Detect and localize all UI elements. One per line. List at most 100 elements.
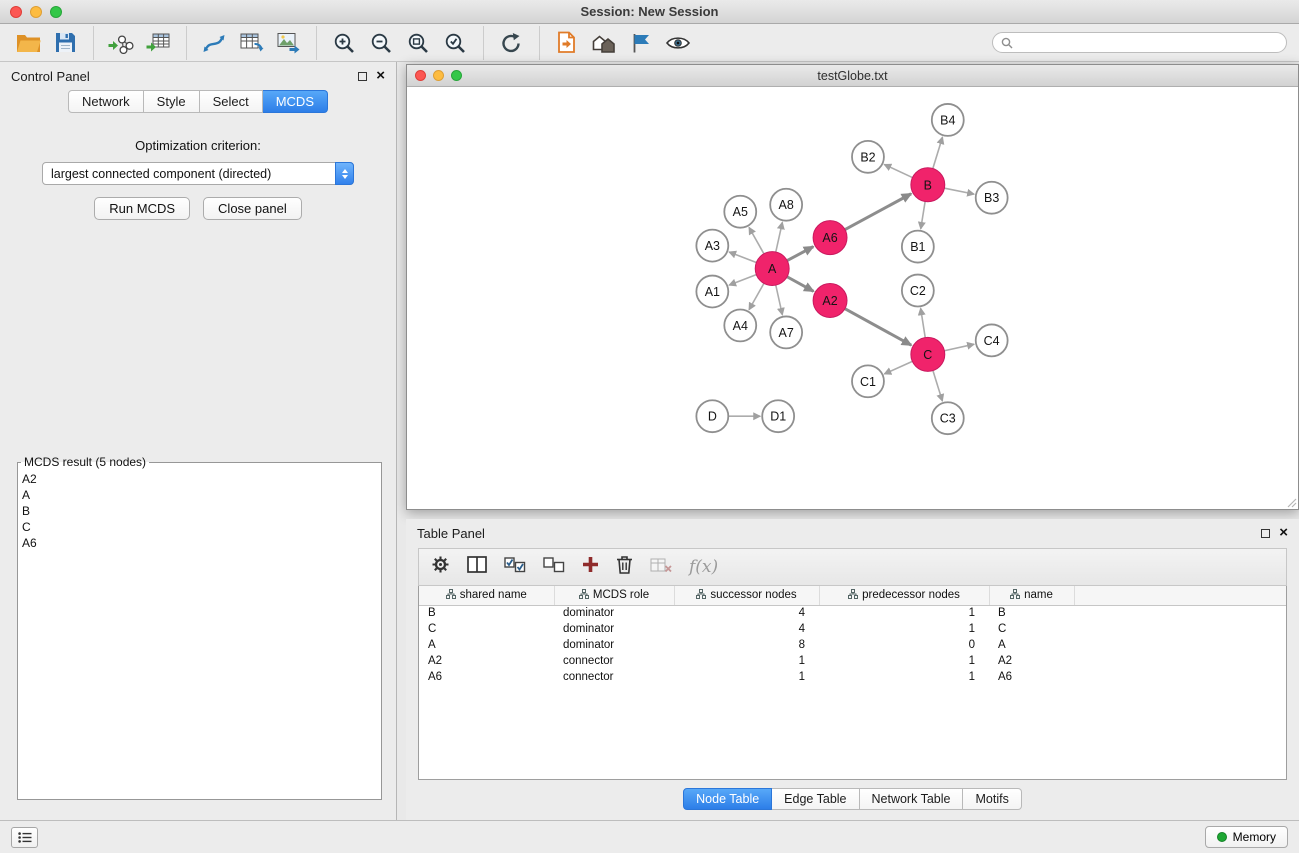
network-graph[interactable]: AA1A2A3A4A5A6A7A8BB1B2B3B4CC1C2C3C4DD1 xyxy=(407,87,1298,509)
graph-node-B[interactable]: B xyxy=(911,168,945,202)
graph-node-C[interactable]: C xyxy=(911,337,945,371)
show-columns-button[interactable] xyxy=(467,556,487,578)
export-document-button[interactable] xyxy=(551,28,583,58)
table-row-A6[interactable]: A6connector11A6 xyxy=(419,669,1286,685)
delete-table-button[interactable] xyxy=(650,557,672,578)
float-table-panel-icon[interactable] xyxy=(1261,529,1270,538)
graph-node-C3[interactable]: C3 xyxy=(932,402,964,434)
close-table-panel-icon[interactable]: × xyxy=(1279,528,1288,538)
table-row-C[interactable]: Cdominator41C xyxy=(419,621,1286,637)
minimize-window-button[interactable] xyxy=(30,6,42,18)
graph-node-C2[interactable]: C2 xyxy=(902,275,934,307)
column-header-name[interactable]: name xyxy=(989,586,1074,605)
import-network-button[interactable] xyxy=(105,28,137,58)
memory-button[interactable]: Memory xyxy=(1205,826,1288,848)
network-zoom-button[interactable] xyxy=(451,70,462,81)
add-column-button[interactable] xyxy=(582,556,599,578)
table-row-B[interactable]: Bdominator41B xyxy=(419,605,1286,621)
graph-edge-A6-B[interactable] xyxy=(845,194,911,230)
table-settings-button[interactable] xyxy=(431,555,450,579)
graph-node-B1[interactable]: B1 xyxy=(902,231,934,263)
tab-edge-table[interactable]: Edge Table xyxy=(772,788,859,810)
cell-successor-nodes[interactable]: 8 xyxy=(674,637,819,653)
cell-name[interactable]: A2 xyxy=(989,653,1074,669)
column-header-MCDS-role[interactable]: MCDS role xyxy=(554,586,674,605)
table-row-A[interactable]: Adominator80A xyxy=(419,637,1286,653)
cell-name[interactable]: A6 xyxy=(989,669,1074,685)
graph-edge-A-A4[interactable] xyxy=(749,283,764,309)
mcds-result-item[interactable]: B xyxy=(22,503,377,519)
graph-edge-A2-C[interactable] xyxy=(845,309,911,346)
run-mcds-button[interactable]: Run MCDS xyxy=(94,197,190,220)
cell-successor-nodes[interactable]: 4 xyxy=(674,621,819,637)
graph-node-A5[interactable]: A5 xyxy=(724,196,756,228)
mcds-result-item[interactable]: C xyxy=(22,519,377,535)
cell-MCDS-role[interactable]: connector xyxy=(554,653,674,669)
function-builder-button[interactable]: f(x) xyxy=(689,557,718,577)
cell-predecessor-nodes[interactable]: 1 xyxy=(819,669,989,685)
graph-edge-A-A8[interactable] xyxy=(776,222,783,252)
graph-node-D[interactable]: D xyxy=(696,400,728,432)
cell-successor-nodes[interactable]: 1 xyxy=(674,653,819,669)
column-header-predecessor-nodes[interactable]: predecessor nodes xyxy=(819,586,989,605)
search-input[interactable] xyxy=(1018,36,1278,50)
network-window-titlebar[interactable]: testGlobe.txt xyxy=(407,65,1298,87)
cell-shared-name[interactable]: A xyxy=(419,637,554,653)
cell-predecessor-nodes[interactable]: 1 xyxy=(819,653,989,669)
resize-grip-icon[interactable] xyxy=(1286,497,1297,508)
graph-edge-A-A1[interactable] xyxy=(729,275,756,285)
close-panel-button[interactable]: Close panel xyxy=(203,197,302,220)
graph-node-B3[interactable]: B3 xyxy=(976,182,1008,214)
zoom-fit-button[interactable] xyxy=(402,28,434,58)
column-header-successor-nodes[interactable]: successor nodes xyxy=(674,586,819,605)
cell-predecessor-nodes[interactable]: 1 xyxy=(819,621,989,637)
task-history-button[interactable] xyxy=(11,827,38,848)
zoom-window-button[interactable] xyxy=(50,6,62,18)
graph-node-C4[interactable]: C4 xyxy=(976,324,1008,356)
cell-name[interactable]: C xyxy=(989,621,1074,637)
table-row-A2[interactable]: A2connector11A2 xyxy=(419,653,1286,669)
graph-edge-B-B3[interactable] xyxy=(944,188,974,194)
network-minimize-button[interactable] xyxy=(433,70,444,81)
graph-edge-A-A6[interactable] xyxy=(787,247,813,261)
graph-node-A8[interactable]: A8 xyxy=(770,189,802,221)
tab-select[interactable]: Select xyxy=(200,90,263,113)
zoom-in-button[interactable] xyxy=(328,28,360,58)
show-hide-button[interactable] xyxy=(662,28,694,58)
graph-node-A6[interactable]: A6 xyxy=(813,221,847,255)
annotation-button[interactable] xyxy=(625,28,657,58)
network-close-button[interactable] xyxy=(415,70,426,81)
import-table-button[interactable] xyxy=(142,28,174,58)
graph-edge-C-C2[interactable] xyxy=(921,308,926,337)
graph-node-A7[interactable]: A7 xyxy=(770,316,802,348)
cell-MCDS-role[interactable]: dominator xyxy=(554,621,674,637)
export-image-button[interactable] xyxy=(272,28,304,58)
mcds-result-item[interactable]: A xyxy=(22,487,377,503)
close-window-button[interactable] xyxy=(10,6,22,18)
cell-successor-nodes[interactable]: 4 xyxy=(674,605,819,621)
graph-edge-B-B1[interactable] xyxy=(921,202,925,229)
cell-successor-nodes[interactable]: 1 xyxy=(674,669,819,685)
graph-node-A[interactable]: A xyxy=(755,252,789,286)
zoom-selected-button[interactable] xyxy=(439,28,471,58)
cell-name[interactable]: A xyxy=(989,637,1074,653)
graph-node-B4[interactable]: B4 xyxy=(932,104,964,136)
cell-name[interactable]: B xyxy=(989,605,1074,621)
open-session-button[interactable] xyxy=(12,28,44,58)
graph-edge-B-B2[interactable] xyxy=(884,164,912,177)
column-header-shared-name[interactable]: shared name xyxy=(419,586,554,605)
cell-MCDS-role[interactable]: connector xyxy=(554,669,674,685)
mcds-result-item[interactable]: A2 xyxy=(22,471,377,487)
graph-edge-A-A3[interactable] xyxy=(729,252,756,262)
graph-edge-C-C4[interactable] xyxy=(944,344,974,351)
cell-MCDS-role[interactable]: dominator xyxy=(554,605,674,621)
graph-node-B2[interactable]: B2 xyxy=(852,141,884,173)
graph-edge-C-C1[interactable] xyxy=(884,361,912,374)
cell-shared-name[interactable]: B xyxy=(419,605,554,621)
graph-node-A1[interactable]: A1 xyxy=(696,276,728,308)
mcds-result-item[interactable]: A6 xyxy=(22,535,377,551)
graph-node-D1[interactable]: D1 xyxy=(762,400,794,432)
graph-node-C1[interactable]: C1 xyxy=(852,365,884,397)
graph-edge-A-A5[interactable] xyxy=(749,227,764,253)
cell-shared-name[interactable]: C xyxy=(419,621,554,637)
